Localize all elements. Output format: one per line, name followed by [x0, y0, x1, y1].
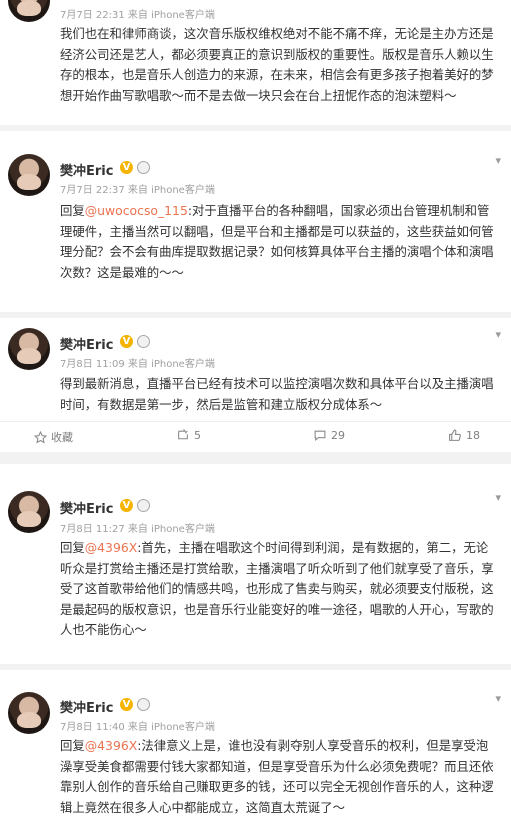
post-meta: 7月8日 11:09 来自 iPhone客户端	[60, 359, 215, 370]
chevron-down-icon[interactable]: ▾	[495, 491, 501, 504]
weibo-comment: 樊冲Eric V ▾ 7月7日 22:37 来自 iPhone客户端 回复@uw…	[0, 131, 511, 306]
chevron-down-icon[interactable]: ▾	[495, 154, 501, 167]
like-count: 18	[466, 429, 480, 442]
weibo-comment: 樊冲Eric V ▾ 7月8日 11:40 来自 iPhone客户端 回复@43…	[0, 670, 511, 820]
reply-label: 回复	[60, 738, 85, 753]
avatar[interactable]	[8, 491, 50, 533]
weibo-comment: 7月7日 22:31 来自 iPhone客户端 我们也在和律师商谈，这次音乐版权…	[0, 0, 511, 118]
post-text: 回复@uwococso_115:对于直播平台的各种翻唱，国家必须出台管理机制和管…	[60, 201, 500, 283]
star-icon	[33, 430, 48, 444]
divider	[0, 452, 511, 464]
post-text: 回复@4396X:法律意义上是，谁也没有剥夺别人享受音乐的权利，但是享受泡澡享受…	[60, 736, 500, 818]
weibo-comment: 樊冲Eric V ▾ 7月8日 11:27 来自 iPhone客户端 回复@43…	[0, 466, 511, 666]
repost-count: 5	[194, 429, 201, 442]
user-name[interactable]: 樊冲Eric	[60, 697, 113, 716]
comment-count: 29	[331, 429, 345, 442]
member-badge-icon	[137, 499, 150, 512]
post-text: 回复@4396X:首先，主播在唱歌这个时间得到利润，是有数据的，第二，无论听众是…	[60, 538, 500, 641]
repost-icon	[178, 429, 188, 440]
post-text: 我们也在和律师商谈，这次音乐版权维权绝对不能不痛不痒，无论是主办方还是经济公司还…	[60, 26, 494, 103]
mention-link[interactable]: @4396X	[85, 540, 137, 555]
user-name[interactable]: 樊冲Eric	[60, 498, 113, 517]
like-button[interactable]: 18	[448, 429, 480, 442]
repost-button[interactable]: 5	[176, 429, 201, 442]
weibo-comment: 樊冲Eric V ▾ 7月8日 11:09 来自 iPhone客户端 得到最新消…	[0, 318, 511, 418]
user-name[interactable]: 樊冲Eric	[60, 334, 113, 353]
post-meta: 7月7日 22:31 来自 iPhone客户端	[60, 10, 215, 21]
action-bar: 收藏 5 29 18	[0, 421, 511, 452]
post-meta: 7月8日 11:40 来自 iPhone客户端	[60, 722, 215, 733]
member-badge-icon	[137, 161, 150, 174]
comment-icon	[314, 430, 326, 441]
favorite-button[interactable]: 收藏	[33, 429, 73, 445]
post-meta: 7月7日 22:37 来自 iPhone客户端	[60, 185, 215, 196]
avatar[interactable]	[8, 0, 50, 22]
verified-v-icon: V	[120, 335, 133, 348]
user-name[interactable]: 樊冲Eric	[60, 160, 113, 179]
mention-link[interactable]: @uwococso_115	[85, 203, 188, 218]
favorite-label: 收藏	[51, 431, 73, 444]
member-badge-icon	[137, 698, 150, 711]
avatar[interactable]	[8, 692, 50, 734]
post-meta: 7月8日 11:27 来自 iPhone客户端	[60, 524, 215, 535]
avatar[interactable]	[8, 328, 50, 370]
verified-v-icon: V	[120, 499, 133, 512]
verified-v-icon: V	[120, 161, 133, 174]
like-icon	[449, 429, 461, 441]
comment-button[interactable]: 29	[313, 429, 345, 442]
verified-v-icon: V	[120, 698, 133, 711]
member-badge-icon	[137, 335, 150, 348]
reply-label: 回复	[60, 540, 85, 555]
mention-link[interactable]: @4396X	[85, 738, 137, 753]
chevron-down-icon[interactable]: ▾	[495, 692, 501, 705]
reply-label: 回复	[60, 203, 85, 218]
avatar[interactable]	[8, 154, 50, 196]
chevron-down-icon[interactable]: ▾	[495, 328, 501, 341]
post-text: 得到最新消息，直播平台已经有技术可以监控演唱次数和具体平台以及主播演唱时间，有数…	[60, 376, 494, 412]
